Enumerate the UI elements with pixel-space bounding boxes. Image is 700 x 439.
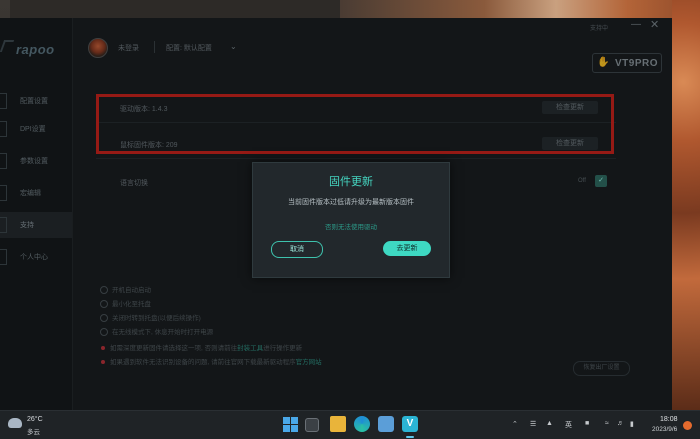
tray-app-icon-3[interactable]: ■ bbox=[585, 420, 589, 427]
wallpaper-top bbox=[340, 0, 700, 18]
edge-browser-icon[interactable] bbox=[354, 416, 370, 432]
file-explorer-icon[interactable] bbox=[330, 416, 346, 432]
windows-start-icon[interactable] bbox=[282, 416, 298, 432]
wifi-icon[interactable]: ≈ bbox=[605, 420, 609, 427]
volume-icon[interactable]: ♬ bbox=[617, 420, 624, 427]
tray-app-icon[interactable]: ☰ bbox=[530, 420, 536, 428]
dialog-warning-link[interactable]: 否则无法使用驱动 bbox=[253, 221, 449, 231]
rapoo-app-window: rapoo 配置设置 DPI设置 参数设置 宏编辑 支持 个人中心 未登录 配置… bbox=[0, 18, 672, 410]
update-button[interactable]: 去更新 bbox=[383, 241, 431, 256]
clock-date[interactable]: 2023/9/6 bbox=[652, 426, 677, 433]
battery-icon[interactable]: ▮ bbox=[630, 420, 634, 428]
weather-cloud-icon[interactable] bbox=[8, 415, 22, 428]
tray-ime[interactable]: 英 bbox=[565, 420, 572, 430]
rapoo-app-icon[interactable]: V bbox=[402, 416, 418, 432]
taskbar: 26°C 多云 V ⌃ ☰ ▲ 英 ■ ≈ ♬ ▮ 18:08 2023/9/6 bbox=[0, 410, 700, 439]
weather-desc[interactable]: 多云 bbox=[27, 426, 40, 436]
dialog-title: 固件更新 bbox=[329, 176, 373, 188]
clock-time[interactable]: 18:08 bbox=[660, 416, 678, 423]
dialog-message: 当前固件版本过低请升级为最新版本固件 bbox=[288, 199, 414, 206]
tray-chevron-up-icon[interactable]: ⌃ bbox=[512, 420, 518, 428]
store-icon[interactable] bbox=[378, 416, 394, 432]
wallpaper-right bbox=[672, 0, 700, 410]
tray-app-icon-2[interactable]: ▲ bbox=[546, 420, 553, 427]
task-view-icon[interactable] bbox=[305, 418, 319, 432]
cancel-button[interactable]: 取消 bbox=[271, 241, 323, 258]
firmware-update-dialog: 固件更新 当前固件版本过低请升级为最新版本固件 否则无法使用驱动 取消 去更新 bbox=[252, 162, 450, 278]
notification-icon[interactable] bbox=[683, 421, 692, 430]
wallpaper-top-left bbox=[0, 0, 340, 18]
weather-temp[interactable]: 26°C bbox=[27, 416, 43, 423]
